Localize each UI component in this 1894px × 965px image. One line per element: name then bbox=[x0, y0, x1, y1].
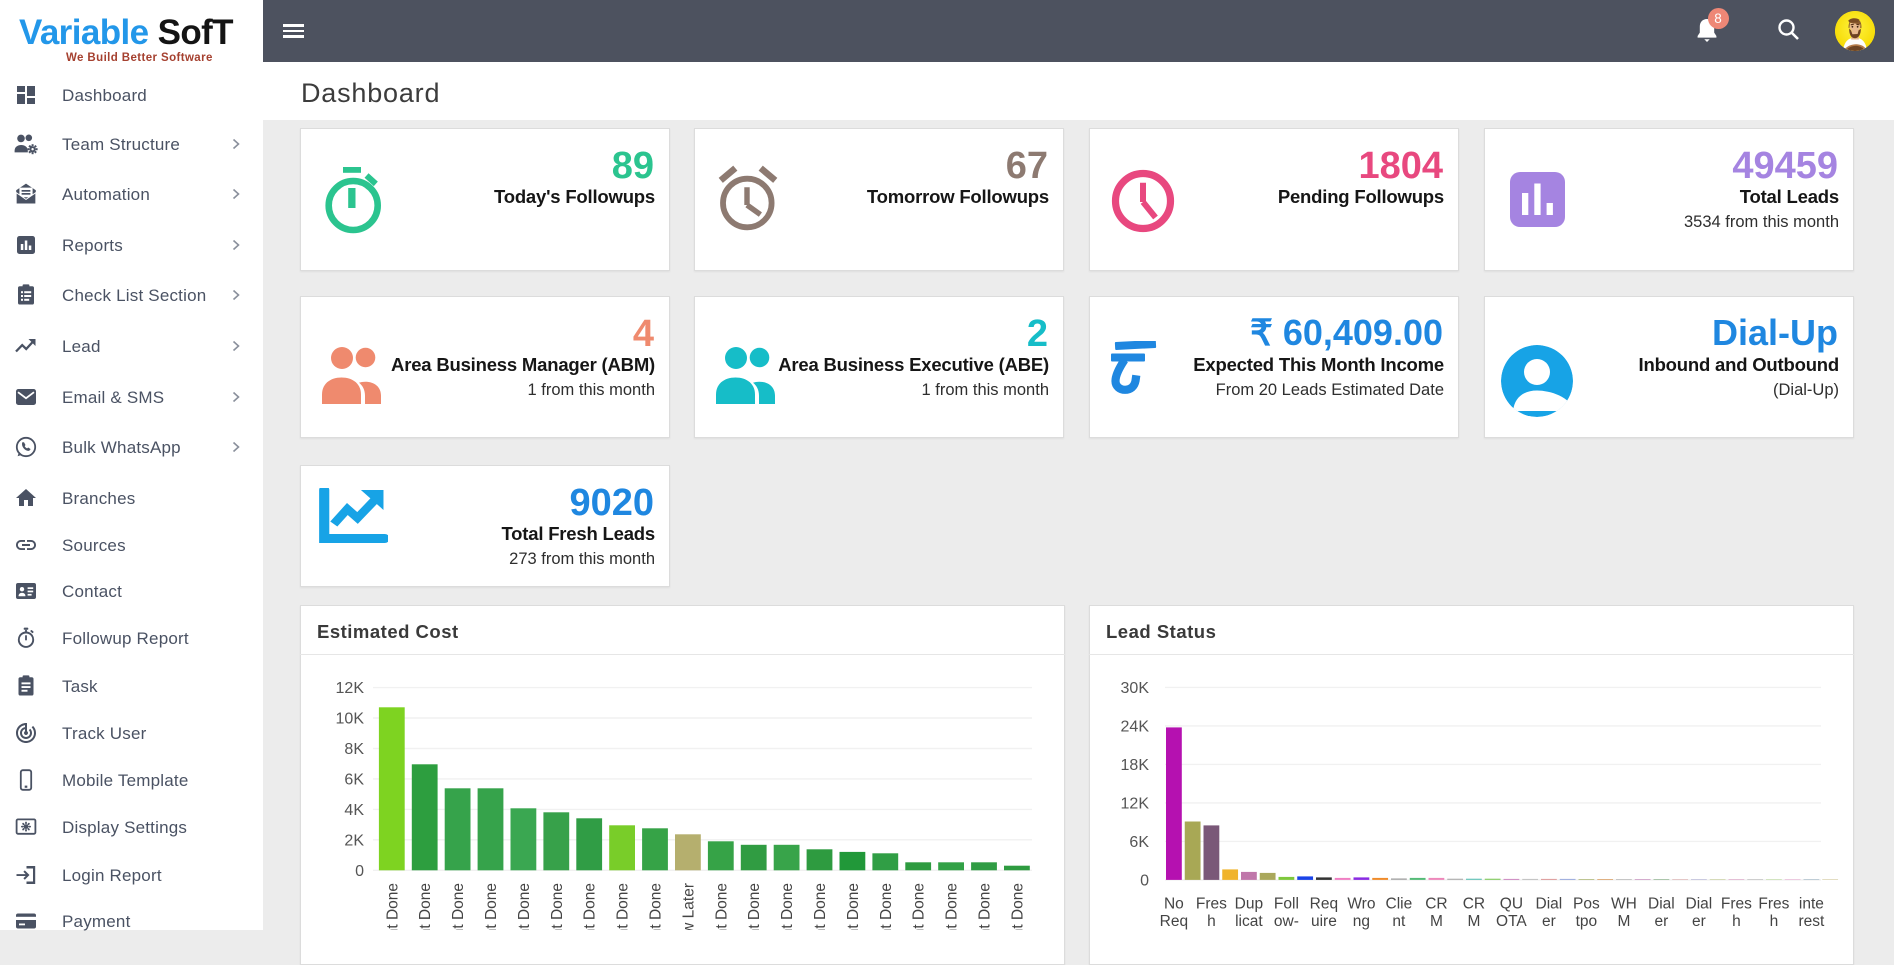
svg-text:uire: uire bbox=[1311, 913, 1337, 930]
svg-text:Appointment Done: Appointment Done bbox=[911, 883, 928, 930]
svg-text:8K: 8K bbox=[344, 741, 364, 758]
svg-text:Appointment Done: Appointment Done bbox=[944, 883, 961, 930]
svg-text:tpo: tpo bbox=[1576, 913, 1598, 930]
svg-text:Foll: Foll bbox=[1274, 896, 1299, 913]
svg-text:Dup: Dup bbox=[1235, 896, 1263, 913]
svg-text:er: er bbox=[1692, 913, 1706, 930]
svg-text:Appointment Done: Appointment Done bbox=[1009, 883, 1026, 930]
svg-text:OTA: OTA bbox=[1496, 913, 1527, 930]
svg-text:Dial: Dial bbox=[1686, 896, 1713, 913]
svg-text:h: h bbox=[1207, 913, 1216, 930]
svg-text:6K: 6K bbox=[1129, 834, 1149, 851]
svg-text:Appointment Done: Appointment Done bbox=[977, 883, 994, 930]
svg-text:0: 0 bbox=[355, 863, 364, 880]
svg-text:Appointment Done: Appointment Done bbox=[812, 883, 829, 930]
svg-text:Appointment Done: Appointment Done bbox=[615, 883, 632, 930]
svg-text:h: h bbox=[1770, 913, 1779, 930]
svg-text:2K: 2K bbox=[344, 832, 364, 849]
svg-text:Appointment Done: Appointment Done bbox=[845, 883, 862, 930]
svg-text:ng: ng bbox=[1353, 913, 1370, 930]
svg-text:Follow Later: Follow Later bbox=[680, 883, 697, 930]
svg-text:Appointment Done: Appointment Done bbox=[483, 883, 500, 930]
svg-text:Pos: Pos bbox=[1573, 896, 1600, 913]
svg-text:18K: 18K bbox=[1121, 757, 1150, 774]
svg-text:Dial: Dial bbox=[1648, 896, 1675, 913]
svg-text:ow-: ow- bbox=[1274, 913, 1299, 930]
svg-text:Req: Req bbox=[1310, 896, 1338, 913]
svg-text:Appointment Done: Appointment Done bbox=[516, 883, 533, 930]
svg-text:M: M bbox=[1467, 913, 1480, 930]
svg-text:M: M bbox=[1617, 913, 1630, 930]
svg-text:h: h bbox=[1732, 913, 1741, 930]
svg-text:nt: nt bbox=[1392, 913, 1406, 930]
svg-text:Appointment Done: Appointment Done bbox=[878, 883, 895, 930]
svg-text:M: M bbox=[1430, 913, 1443, 930]
svg-text:er: er bbox=[1542, 913, 1556, 930]
svg-text:WH: WH bbox=[1611, 896, 1637, 913]
svg-text:CR: CR bbox=[1425, 896, 1447, 913]
svg-text:12K: 12K bbox=[1121, 795, 1150, 812]
svg-text:24K: 24K bbox=[1121, 718, 1150, 735]
svg-text:4K: 4K bbox=[344, 802, 364, 819]
svg-text:Appointment Done: Appointment Done bbox=[582, 883, 599, 930]
svg-text:er: er bbox=[1655, 913, 1669, 930]
svg-text:CR: CR bbox=[1463, 896, 1485, 913]
svg-text:Fres: Fres bbox=[1196, 896, 1227, 913]
svg-text:12K: 12K bbox=[336, 680, 365, 697]
svg-text:Appointment Done: Appointment Done bbox=[746, 883, 763, 930]
svg-text:Appointment Done: Appointment Done bbox=[384, 883, 401, 930]
svg-text:QU: QU bbox=[1500, 896, 1523, 913]
svg-text:10K: 10K bbox=[336, 711, 365, 728]
svg-text:inte: inte bbox=[1799, 896, 1824, 913]
svg-text:Appointment Done: Appointment Done bbox=[417, 883, 434, 930]
svg-text:No: No bbox=[1164, 896, 1184, 913]
svg-text:Dial: Dial bbox=[1536, 896, 1563, 913]
svg-text:0: 0 bbox=[1140, 872, 1149, 889]
svg-text:Appointment Done: Appointment Done bbox=[779, 883, 796, 930]
svg-text:Appointment Done: Appointment Done bbox=[549, 883, 566, 930]
svg-text:Appointment Done: Appointment Done bbox=[713, 883, 730, 930]
svg-text:Clie: Clie bbox=[1386, 896, 1413, 913]
svg-text:Wro: Wro bbox=[1347, 896, 1375, 913]
svg-text:Fres: Fres bbox=[1721, 896, 1752, 913]
svg-text:Appointment Done: Appointment Done bbox=[648, 883, 665, 930]
svg-text:Fres: Fres bbox=[1758, 896, 1789, 913]
svg-text:rest: rest bbox=[1798, 913, 1825, 930]
svg-text:Appointment Done: Appointment Done bbox=[450, 883, 467, 930]
svg-text:6K: 6K bbox=[344, 771, 364, 788]
svg-text:licat: licat bbox=[1235, 913, 1263, 930]
svg-text:30K: 30K bbox=[1121, 680, 1150, 697]
svg-text:Req: Req bbox=[1160, 913, 1188, 930]
